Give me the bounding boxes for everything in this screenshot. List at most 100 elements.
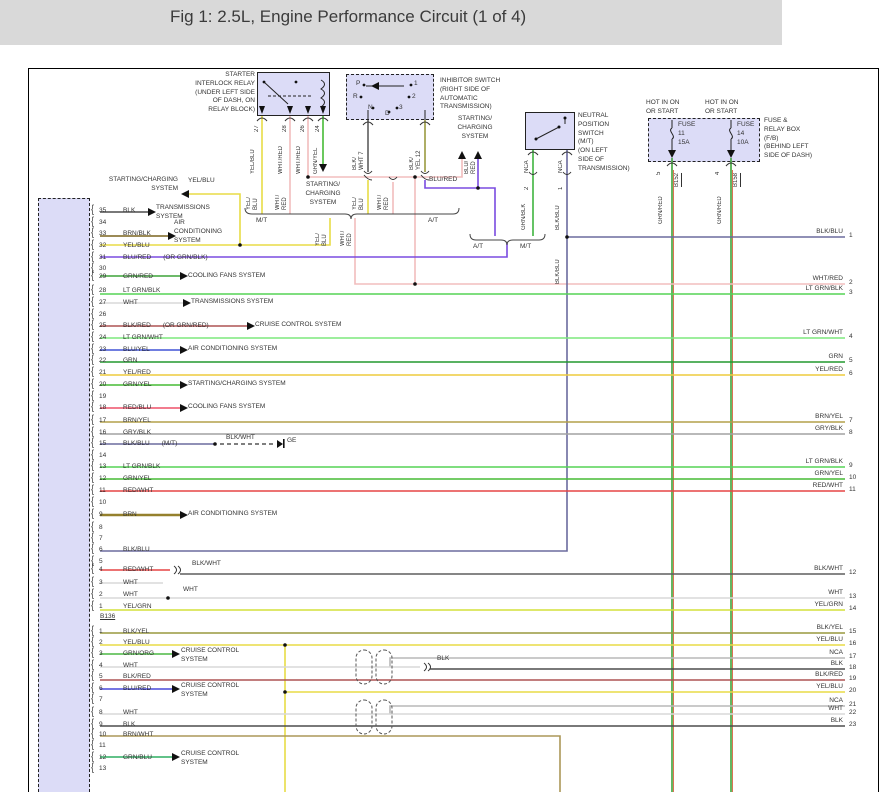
pin-row-19: {19 xyxy=(91,390,123,399)
pin-number: 34 xyxy=(99,219,123,226)
pin-note: (OR GRN/BLK) xyxy=(163,254,207,261)
dest-pin25: CRUISE CONTROL SYSTEM xyxy=(255,321,341,330)
cond-mt-1: M/T xyxy=(256,217,267,226)
pin-number: 11 xyxy=(99,487,123,494)
right-wire-number-8: 8 xyxy=(849,429,853,436)
right-wire-number-4: 4 xyxy=(849,333,853,340)
wire-blkblu: BLK/BLU xyxy=(555,244,562,284)
pin-bracket-icon: { xyxy=(91,459,99,471)
pin-row-15: {15BLK/BLU(M/T) xyxy=(91,437,177,446)
pin-wire-color: WHT xyxy=(123,299,138,306)
pin-number: 31 xyxy=(99,254,123,261)
right-wire-label-3: LT GRN/BLK xyxy=(643,285,843,292)
right-wire-label-13: WHT xyxy=(643,589,843,596)
pin-row-20: {20GRN/YEL xyxy=(91,378,152,387)
pin-bracket-icon: { xyxy=(91,669,99,681)
pin-wire-color: LT GRN/BLK xyxy=(123,287,160,294)
pin-number: 32 xyxy=(99,242,123,249)
right-wire-label-21: NCA xyxy=(643,697,843,704)
dest-b136-6: CRUISE CONTROL SYSTEM xyxy=(181,682,239,700)
pin-note: (M/T) xyxy=(162,440,178,447)
pin-row-23: {23BLU/YEL xyxy=(91,343,150,352)
right-wire-number-11: 11 xyxy=(849,486,856,493)
pin-row-27: {27WHT xyxy=(91,296,138,305)
pin-row-1: {1BLK/YEL xyxy=(91,625,149,634)
right-wire-label-14: YEL/GRN xyxy=(643,601,843,608)
pin-row-13: {13 xyxy=(91,762,123,771)
inhibitor-pos-p: P xyxy=(356,80,360,89)
right-wire-label-4: LT GRN/WHT xyxy=(643,329,843,336)
pin-number: 25 xyxy=(99,322,123,329)
pin-row-1: {1YEL/GRN xyxy=(91,600,152,609)
right-wire-label-18: BLK xyxy=(643,660,843,667)
pin-row-11: {11RED/WHT xyxy=(91,484,153,493)
pin-row-11: {11 xyxy=(91,739,123,748)
pin-bracket-icon: { xyxy=(91,507,99,519)
pin-wire-color: WHT xyxy=(123,662,138,669)
pin-row-3: {3GRN/ORG xyxy=(91,647,154,656)
pin-number: 13 xyxy=(99,463,123,470)
right-wire-number-1: 1 xyxy=(849,232,853,239)
pin-row-12: {12GRN/YEL xyxy=(91,472,152,481)
right-wire-label-2: WHT/RED xyxy=(643,275,843,282)
pin-number: 7 xyxy=(99,696,123,703)
pin-row-33: {33BRN/BLK xyxy=(91,227,151,236)
pin-bracket-icon: { xyxy=(91,269,99,281)
pin-row-35: {35BLK xyxy=(91,204,135,213)
pin-number: 1 xyxy=(99,603,123,610)
pin-wire-color: BLU/RED xyxy=(123,685,151,692)
pin-number: 20 xyxy=(99,381,123,388)
pin-row-31: {31BLU/RED(OR GRN/BLK) xyxy=(91,251,208,260)
right-wire-label-11: RED/WHT xyxy=(643,482,843,489)
dest-pin27: TRANSMISSIONS SYSTEM xyxy=(191,298,273,307)
wire-yelblu: YEL/ BLU xyxy=(352,182,366,210)
wire-yelblu: YEL/ BLU xyxy=(246,182,260,210)
right-wire-label-23: BLK xyxy=(643,717,843,724)
wire-grnred: GRN/RED xyxy=(717,182,724,224)
right-wire-number-10: 10 xyxy=(849,474,856,481)
pin-number: 2 xyxy=(99,591,123,598)
pin-number: 23 xyxy=(99,346,123,353)
pin-wire-color: WHT xyxy=(123,591,138,598)
pin-wire-color: BLK xyxy=(123,721,135,728)
relay-pin-28: 28 xyxy=(282,119,289,132)
right-wire-label-9: LT GRN/BLK xyxy=(643,458,843,465)
right-wire-number-9: 9 xyxy=(849,462,853,469)
pin-row-13: {13LT GRN/BLK xyxy=(91,460,160,469)
right-wire-label-16: YEL/BLU xyxy=(643,636,843,643)
pin-bracket-icon: { xyxy=(91,471,99,483)
dest-pin33: AIR CONDITIONING SYSTEM xyxy=(174,219,222,245)
pin-number: 9 xyxy=(99,511,123,518)
pin-row-6: {6BLU/RED xyxy=(91,682,151,691)
wire-yelblu: YEL/ BLU xyxy=(315,218,329,246)
pin-number: 19 xyxy=(99,393,123,400)
pin-row-25: {25BLK/RED(OR GRN/RED) xyxy=(91,319,209,328)
pin-number: 18 xyxy=(99,404,123,411)
pin-row-14: {14 xyxy=(91,449,123,458)
dest-pin23: AIR CONDITIONING SYSTEM xyxy=(188,345,277,354)
right-wire-number-21: 21 xyxy=(849,701,856,708)
pin-number: 33 xyxy=(99,230,123,237)
pin-wire-color: WHT xyxy=(123,579,138,586)
nca: NCA xyxy=(558,155,565,173)
pin-number: 35 xyxy=(99,207,123,214)
pin-wire-color: BLK/YEL xyxy=(123,628,149,635)
fuse-pin-5: 5 xyxy=(656,165,663,175)
inhibitor-pos-d: D xyxy=(385,110,390,119)
pin-number: 21 xyxy=(99,369,123,376)
pin-wire-color: BRN/BLK xyxy=(123,230,151,237)
pin-row-34: {34 xyxy=(91,216,123,225)
pin-bracket-icon: { xyxy=(91,646,99,658)
pin-number: 1 xyxy=(99,628,123,635)
pin-bracket-icon: { xyxy=(91,283,99,295)
pin-wire-color: BRN/WHT xyxy=(123,731,153,738)
pin-number: 27 xyxy=(99,299,123,306)
right-wire-number-2: 2 xyxy=(849,279,853,286)
pin-number: 3 xyxy=(99,579,123,586)
fuse-pin-4: 4 xyxy=(715,165,722,175)
pin-number: 10 xyxy=(99,731,123,738)
pin-bracket-icon: { xyxy=(91,203,99,215)
inhibitor-contact-1: 1 xyxy=(414,80,418,89)
pin-number: 9 xyxy=(99,721,123,728)
pin-note: (OR GRN/RED) xyxy=(163,322,209,329)
